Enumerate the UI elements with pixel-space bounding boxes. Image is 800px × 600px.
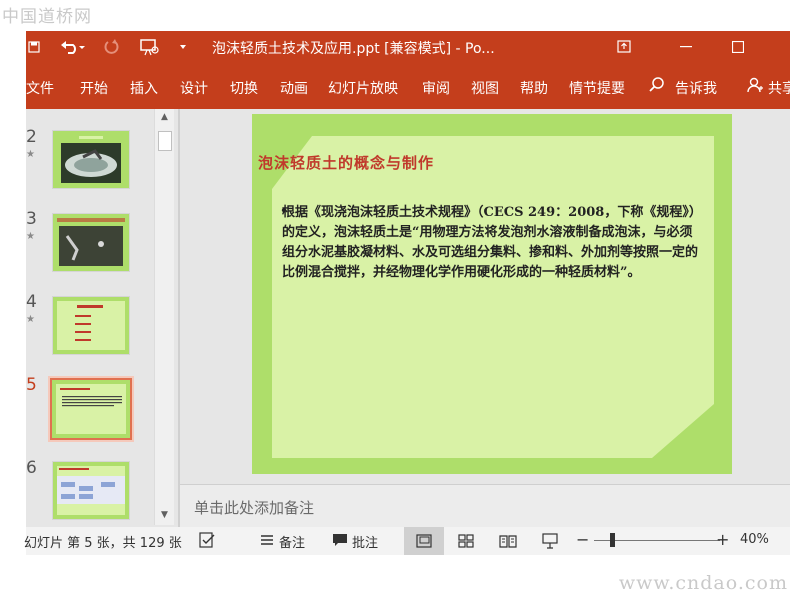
share-person-icon[interactable] [746,76,764,98]
comments-label: 批注 [352,536,379,551]
comment-icon [332,533,348,551]
thumbnail-number: 6 [26,458,37,478]
scrollbar-thumb[interactable] [158,131,172,151]
tab-storyboarding[interactable]: 情节提要 [569,78,625,98]
slide-thumbnail[interactable] [52,461,130,520]
thumbnail-number: 3 [26,209,37,229]
undo-icon[interactable] [56,31,88,63]
slide-thumbnail-active[interactable] [50,378,132,440]
tab-insert[interactable]: 插入 [130,78,158,98]
maximize-icon[interactable] [718,31,758,63]
animation-star-icon: ★ [26,149,35,160]
minimize-icon[interactable] [666,31,706,63]
tab-file[interactable]: 文件 [26,78,54,98]
tab-view[interactable]: 视图 [471,78,499,98]
thumbnail-number: 4 [26,292,37,312]
slideshow-view-icon[interactable] [530,527,570,555]
thumbnail-number-active: 5 [26,375,37,395]
share-button[interactable]: 共享 [768,78,796,98]
slide-sorter-view-icon[interactable] [446,527,486,555]
ribbon-tabs: 文件 开始 插入 设计 切换 动画 幻灯片放映 审阅 视图 帮助 情节提要 告诉… [26,63,796,109]
tab-slideshow[interactable]: 幻灯片放映 [328,78,398,98]
reading-view-icon[interactable] [488,527,528,555]
thumbnail-pane: 2 ★ 3 ★ 4 ★ 5 6 ▲ ▼ [26,109,178,527]
slide-body-text[interactable]: 根据《现浇泡沫轻质土技术规程》（CECS 249：2008，下称《规程》）的定义… [282,203,702,283]
zoom-slider-knob[interactable] [610,533,615,547]
ribbon-display-options-icon[interactable] [604,31,644,63]
slide-thumbnail[interactable] [52,130,130,189]
notes-label: 备注 [279,536,306,551]
comments-toggle-button[interactable]: 批注 [332,532,378,551]
tab-transitions[interactable]: 切换 [230,78,258,98]
scroll-down-icon[interactable]: ▼ [155,507,174,523]
animation-star-icon: ★ [26,231,35,242]
powerpoint-window: 中国道桥网 泡沫轻质土技术及应用.ppt [兼容模式] - Po... 文件 开… [0,0,800,600]
slide-counter: 幻灯片 第 5 张，共 129 张 [24,536,182,551]
lightbulb-search-icon[interactable] [648,76,666,98]
watermark-top: 中国道桥网 [2,7,92,27]
redo-icon[interactable] [100,31,124,63]
save-icon[interactable] [26,31,42,63]
notes-pane[interactable]: 单击此处添加备注 [180,484,790,527]
tell-me-box[interactable]: 告诉我 [675,78,717,98]
tab-home[interactable]: 开始 [80,78,108,98]
tab-animations[interactable]: 动画 [280,78,308,98]
pane-divider[interactable] [178,109,180,527]
accessibility-check-icon[interactable] [198,531,216,549]
notes-icon [260,534,274,550]
animation-star-icon: ★ [26,314,35,325]
title-bar: 泡沫轻质土技术及应用.ppt [兼容模式] - Po... [26,31,790,63]
notes-toggle-button[interactable]: 备注 [260,532,305,551]
notes-placeholder[interactable]: 单击此处添加备注 [194,497,314,518]
zoom-in-icon[interactable]: + [716,530,729,549]
slideshow-start-icon[interactable] [136,31,164,63]
scroll-up-icon[interactable]: ▲ [155,109,174,125]
tab-review[interactable]: 审阅 [422,78,450,98]
document-title: 泡沫轻质土技术及应用.ppt [兼容模式] - Po... [212,41,495,57]
zoom-out-icon[interactable]: − [576,530,589,549]
customize-toolbar-icon[interactable] [176,31,190,63]
normal-view-icon[interactable] [404,527,444,555]
tab-help[interactable]: 帮助 [520,78,548,98]
slide-thumbnail[interactable] [52,213,130,272]
status-bar: 幻灯片 第 5 张，共 129 张 备注 批注 − + 40% [24,527,790,555]
zoom-level[interactable]: 40% [740,532,769,547]
watermark-bottom: www.cndao.com [618,572,788,594]
thumbnail-scrollbar[interactable]: ▲ ▼ [154,109,174,525]
tab-design[interactable]: 设计 [180,78,208,98]
thumbnail-number: 2 [26,127,37,147]
slide-title[interactable]: 泡沫轻质土的概念与制作 [258,152,434,173]
slide-thumbnail[interactable] [52,296,130,355]
